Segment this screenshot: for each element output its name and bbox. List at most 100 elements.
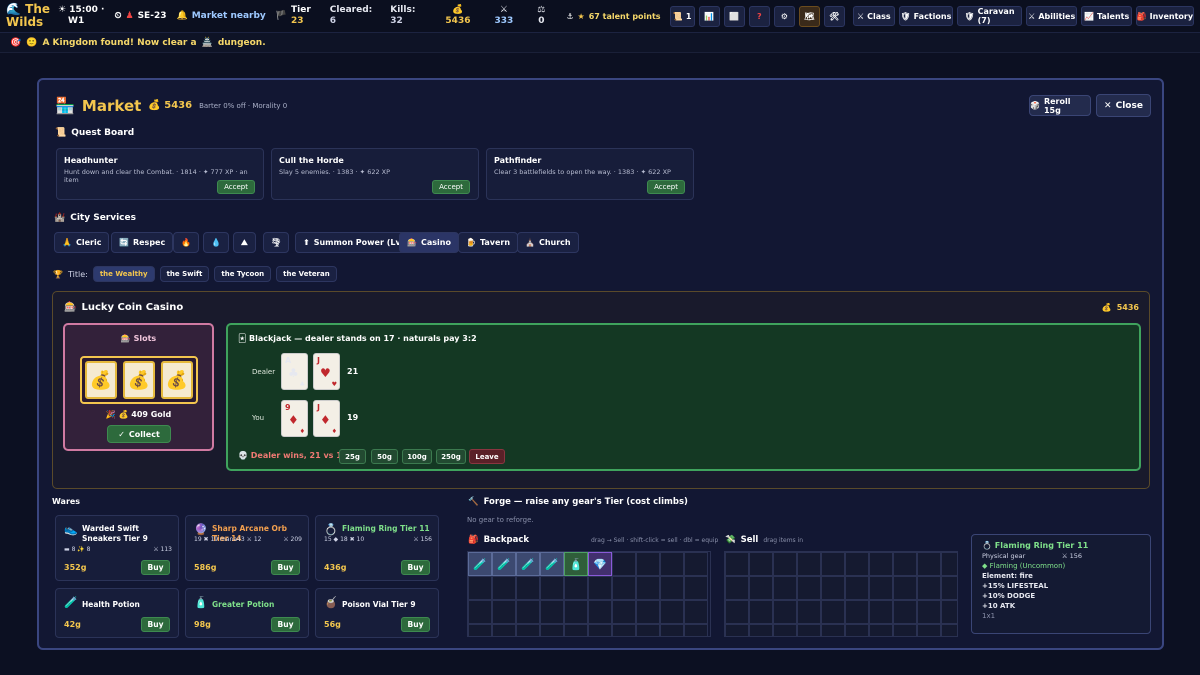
service-earth[interactable]: ⛰ <box>233 232 256 253</box>
sell-grid[interactable] <box>724 551 958 637</box>
empty-slot[interactable] <box>588 576 612 600</box>
caravan-button[interactable]: 🛡 Caravan (7) <box>957 6 1022 26</box>
empty-slot[interactable] <box>893 576 917 600</box>
buy-button[interactable]: Buy <box>401 560 430 575</box>
talents-button[interactable]: 📈 Talents <box>1081 6 1132 26</box>
empty-slot[interactable] <box>797 576 821 600</box>
empty-slot[interactable] <box>516 624 540 636</box>
buy-button[interactable]: Buy <box>141 560 170 575</box>
tools-button[interactable]: 🛠 <box>823 5 845 27</box>
empty-slot[interactable] <box>821 624 845 636</box>
empty-slot[interactable] <box>516 600 540 624</box>
empty-slot[interactable] <box>773 600 797 624</box>
empty-slot[interactable] <box>941 600 957 624</box>
service-casino[interactable]: 🎰 Casino <box>399 232 459 253</box>
accept-button[interactable]: Accept <box>217 180 255 194</box>
factions-button[interactable]: 🛡 Factions <box>898 6 954 26</box>
empty-slot[interactable] <box>749 552 773 576</box>
buy-button[interactable]: Buy <box>141 617 170 632</box>
buy-button[interactable]: Buy <box>271 560 300 575</box>
empty-slot[interactable] <box>636 600 660 624</box>
empty-slot[interactable] <box>660 600 684 624</box>
class-button[interactable]: ⚔ Class <box>852 6 895 26</box>
empty-slot[interactable] <box>684 552 708 576</box>
empty-slot[interactable] <box>917 576 941 600</box>
empty-slot[interactable] <box>612 624 636 636</box>
empty-slot[interactable] <box>749 576 773 600</box>
empty-slot[interactable] <box>725 600 749 624</box>
empty-slot[interactable] <box>612 576 636 600</box>
empty-slot[interactable] <box>941 576 957 600</box>
empty-slot[interactable] <box>773 624 797 636</box>
bet-50-button[interactable]: 50g <box>371 449 398 464</box>
empty-slot[interactable] <box>725 576 749 600</box>
empty-slot[interactable] <box>540 576 564 600</box>
empty-slot[interactable] <box>845 600 869 624</box>
empty-slot[interactable] <box>564 576 588 600</box>
empty-slot[interactable] <box>468 600 492 624</box>
settings-button[interactable]: ⚙ <box>773 5 795 27</box>
leave-button[interactable]: Leave <box>469 449 505 464</box>
empty-slot[interactable] <box>492 624 516 636</box>
empty-slot[interactable] <box>540 624 564 636</box>
backpack-slot[interactable]: 🧴 <box>564 552 588 576</box>
close-button[interactable]: ✕ Close <box>1096 94 1151 117</box>
empty-slot[interactable] <box>660 624 684 636</box>
help-button[interactable]: ? <box>748 5 770 27</box>
abilities-button[interactable]: ⚔ Abilities <box>1025 6 1078 26</box>
title-option[interactable]: the Tycoon <box>214 266 272 282</box>
backpack-grid[interactable]: 🧪 🧪 🧪 🧪 🧴 💎 <box>467 551 711 637</box>
empty-slot[interactable] <box>893 600 917 624</box>
empty-slot[interactable] <box>917 624 941 636</box>
service-water[interactable]: 💧 <box>203 232 229 253</box>
reroll-button[interactable]: 🎲 Reroll 15g <box>1029 95 1091 116</box>
backpack-slot[interactable]: 🧪 <box>516 552 540 576</box>
empty-slot[interactable] <box>749 624 773 636</box>
empty-slot[interactable] <box>821 552 845 576</box>
title-option[interactable]: the Swift <box>159 266 210 282</box>
buy-button[interactable]: Buy <box>401 617 430 632</box>
empty-slot[interactable] <box>821 576 845 600</box>
empty-slot[interactable] <box>869 600 893 624</box>
stats-button[interactable]: 📊 <box>698 5 720 27</box>
service-air[interactable]: 🌪 <box>263 232 290 253</box>
collect-button[interactable]: ✓ Collect <box>107 425 171 443</box>
empty-slot[interactable] <box>845 624 869 636</box>
empty-slot[interactable] <box>797 624 821 636</box>
empty-slot[interactable] <box>749 600 773 624</box>
empty-slot[interactable] <box>660 552 684 576</box>
empty-slot[interactable] <box>869 624 893 636</box>
empty-slot[interactable] <box>773 576 797 600</box>
empty-slot[interactable] <box>636 552 660 576</box>
empty-slot[interactable] <box>540 600 564 624</box>
title-option[interactable]: the Wealthy <box>92 266 155 282</box>
accept-button[interactable]: Accept <box>432 180 470 194</box>
empty-slot[interactable] <box>917 552 941 576</box>
backpack-slot[interactable]: 🧪 <box>492 552 516 576</box>
empty-slot[interactable] <box>684 576 708 600</box>
empty-slot[interactable] <box>845 576 869 600</box>
empty-slot[interactable] <box>845 552 869 576</box>
empty-slot[interactable] <box>492 600 516 624</box>
empty-slot[interactable] <box>725 552 749 576</box>
empty-slot[interactable] <box>773 552 797 576</box>
empty-slot[interactable] <box>564 600 588 624</box>
empty-slot[interactable] <box>684 624 708 636</box>
empty-slot[interactable] <box>797 600 821 624</box>
empty-slot[interactable] <box>588 624 612 636</box>
empty-slot[interactable] <box>516 576 540 600</box>
empty-slot[interactable] <box>869 552 893 576</box>
empty-slot[interactable] <box>893 624 917 636</box>
empty-slot[interactable] <box>468 624 492 636</box>
accept-button[interactable]: Accept <box>647 180 685 194</box>
empty-slot[interactable] <box>468 576 492 600</box>
empty-slot[interactable] <box>684 600 708 624</box>
scroll-button[interactable]: 📜 1 <box>669 5 695 27</box>
service-cleric[interactable]: 🙏 Cleric <box>54 232 110 253</box>
bet-25-button[interactable]: 25g <box>339 449 366 464</box>
bet-100-button[interactable]: 100g <box>402 449 432 464</box>
map-button[interactable]: 🗺 <box>798 5 820 27</box>
empty-slot[interactable] <box>797 552 821 576</box>
empty-slot[interactable] <box>660 576 684 600</box>
empty-slot[interactable] <box>588 600 612 624</box>
